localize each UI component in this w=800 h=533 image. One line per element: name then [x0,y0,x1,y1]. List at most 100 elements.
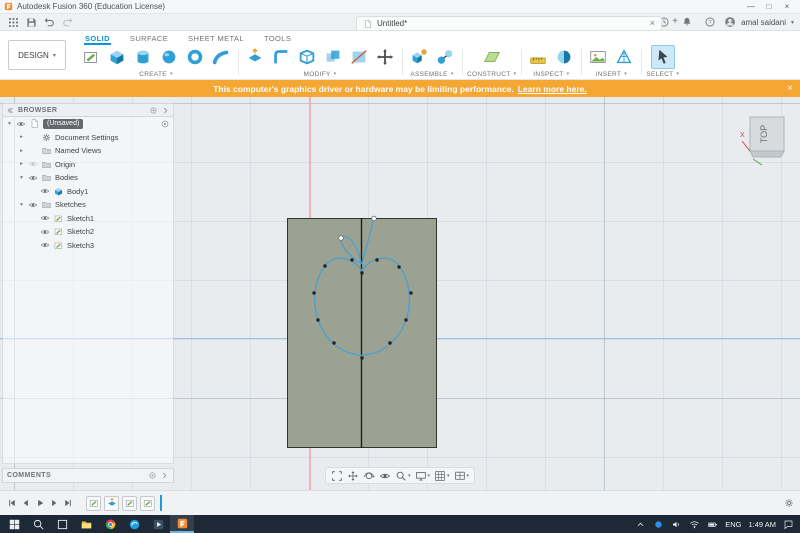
tool-select[interactable] [650,45,675,69]
chevron-up-icon[interactable] [635,519,646,530]
browser-item-body1[interactable]: Body1 [3,185,173,199]
maximize-button[interactable]: □ [760,0,778,13]
comments-panel[interactable]: COMMENTS [2,468,174,483]
workspace-switcher[interactable]: DESIGN ▾ [8,40,66,70]
browser-item-document-settings[interactable]: ▸ Document Settings [3,131,173,145]
viewport-canvas[interactable]: TOP X BROWSER ▾ (Unsaved) ▸ Document Settin… [0,97,800,490]
timeline-feature-sketch-4[interactable] [140,495,155,511]
tool-section-analysis[interactable] [552,45,576,69]
browser-item-sketch2[interactable]: Sketch2 [3,225,173,239]
taskbar-app-media-button[interactable] [146,515,170,533]
network-icon[interactable] [689,519,700,530]
skip-to-start-button[interactable] [5,496,18,510]
tool-fillet[interactable] [269,45,293,69]
tool-create-sketch[interactable] [79,45,103,69]
pan-icon[interactable] [347,470,359,482]
tool-cylinder[interactable] [131,45,155,69]
taskbar-app-blue-button[interactable] [122,515,146,533]
tool-construction-plane[interactable] [480,45,504,69]
avatar[interactable] [724,16,736,28]
timeline-playhead[interactable] [160,495,162,511]
expander-icon[interactable]: ▾ [18,202,25,208]
chevron-right-icon[interactable] [160,471,169,480]
step-back-button[interactable] [19,496,32,510]
tool-insert-mesh[interactable] [612,45,636,69]
visibility-eye-icon[interactable] [28,200,38,210]
group-dropdown-create[interactable]: CREATE ▾ [139,69,173,79]
user-name[interactable]: amal saidani [741,18,786,27]
clock[interactable]: 1:49 AM [748,520,776,529]
tool-sphere[interactable] [157,45,181,69]
group-dropdown-inspect[interactable]: INSPECT ▾ [533,69,569,79]
comments-target-icon[interactable] [148,471,157,480]
activate-radio-icon[interactable] [160,119,170,129]
collapse-panel-icon[interactable] [6,106,15,115]
play-button[interactable] [33,496,46,510]
expander-icon[interactable]: ▸ [18,161,25,167]
taskbar-start-button[interactable] [2,515,26,533]
visibility-eye-icon[interactable] [40,213,50,223]
tool-measure[interactable] [526,45,550,69]
tool-torus[interactable] [183,45,207,69]
visibility-eye-icon[interactable] [40,240,50,250]
redo-icon[interactable] [58,15,76,30]
step-forward-button[interactable] [47,496,60,510]
taskbar-search-button[interactable] [26,515,50,533]
volume-icon[interactable] [671,519,682,530]
visibility-eye-icon[interactable] [16,119,26,129]
browser-item-bodies[interactable]: ▾ Bodies [3,171,173,185]
ribbon-tab-solid[interactable]: SOLID [84,34,111,45]
browser-item-origin[interactable]: ▸ Origin [3,158,173,172]
apps-grid-icon[interactable] [4,15,22,30]
browser-item-sketch1[interactable]: Sketch1 [3,212,173,226]
visibility-eye-icon[interactable] [40,227,50,237]
visibility-eye-icon[interactable] [28,173,38,183]
ribbon-tab-surface[interactable]: SURFACE [129,34,169,45]
timeline-feature-sketch-1[interactable] [86,495,101,511]
tool-new-component[interactable] [407,45,431,69]
tool-pipe[interactable] [209,45,233,69]
taskbar-fusion-360-button[interactable] [170,515,194,533]
group-dropdown-select[interactable]: SELECT ▾ [646,69,679,79]
tool-combine[interactable] [321,45,345,69]
language-indicator[interactable]: ENG [725,520,741,529]
browser-item-unsaved[interactable]: ▾ (Unsaved) [3,117,173,131]
ribbon-tab-tools[interactable]: TOOLS [263,34,292,45]
tool-move-copy[interactable] [373,45,397,69]
expander-icon[interactable]: ▾ [6,121,13,127]
browser-item-named-views[interactable]: ▸ Named Views [3,144,173,158]
group-dropdown-construct[interactable]: CONSTRUCT ▾ [467,69,516,79]
tool-joint[interactable] [433,45,457,69]
body1-face[interactable] [287,218,437,448]
tray-circle-icon[interactable] [653,519,664,530]
tool-press-pull[interactable] [243,45,267,69]
look-at-icon[interactable] [379,470,391,482]
new-tab-button[interactable]: + [668,16,682,27]
browser-item-sketch3[interactable]: Sketch3 [3,239,173,253]
expander-icon[interactable]: ▸ [18,148,25,154]
learn-more-link[interactable]: Learn more here. [518,84,587,94]
taskbar-task-view-button[interactable] [50,515,74,533]
save-icon[interactable] [22,15,40,30]
undo-icon[interactable] [40,15,58,30]
tool-split-body[interactable] [347,45,371,69]
banner-close-icon[interactable]: × [787,83,793,94]
battery-icon[interactable] [707,519,718,530]
group-dropdown-insert[interactable]: INSERT ▾ [596,69,627,79]
visibility-eye-icon[interactable] [28,159,38,169]
orbit-icon[interactable] [363,470,375,482]
filter-target-icon[interactable] [149,106,158,115]
expander-icon[interactable]: ▸ [18,134,25,140]
tool-box[interactable] [105,45,129,69]
view-cube[interactable]: TOP X [738,109,790,172]
timeline-settings-gear-icon[interactable] [783,497,795,509]
taskbar-chrome-button[interactable] [98,515,122,533]
timeline-feature-sketch-3[interactable] [122,495,137,511]
timeline-feature-extrude-2[interactable] [104,495,119,511]
close-button[interactable]: × [778,0,796,13]
browser-item-sketches[interactable]: ▾ Sketches [3,198,173,212]
taskbar-file-explorer-button[interactable] [74,515,98,533]
zoom-icon[interactable]: ▾ [395,470,410,482]
minimize-button[interactable]: — [742,0,760,13]
group-dropdown-assemble[interactable]: ASSEMBLE ▾ [410,69,453,79]
